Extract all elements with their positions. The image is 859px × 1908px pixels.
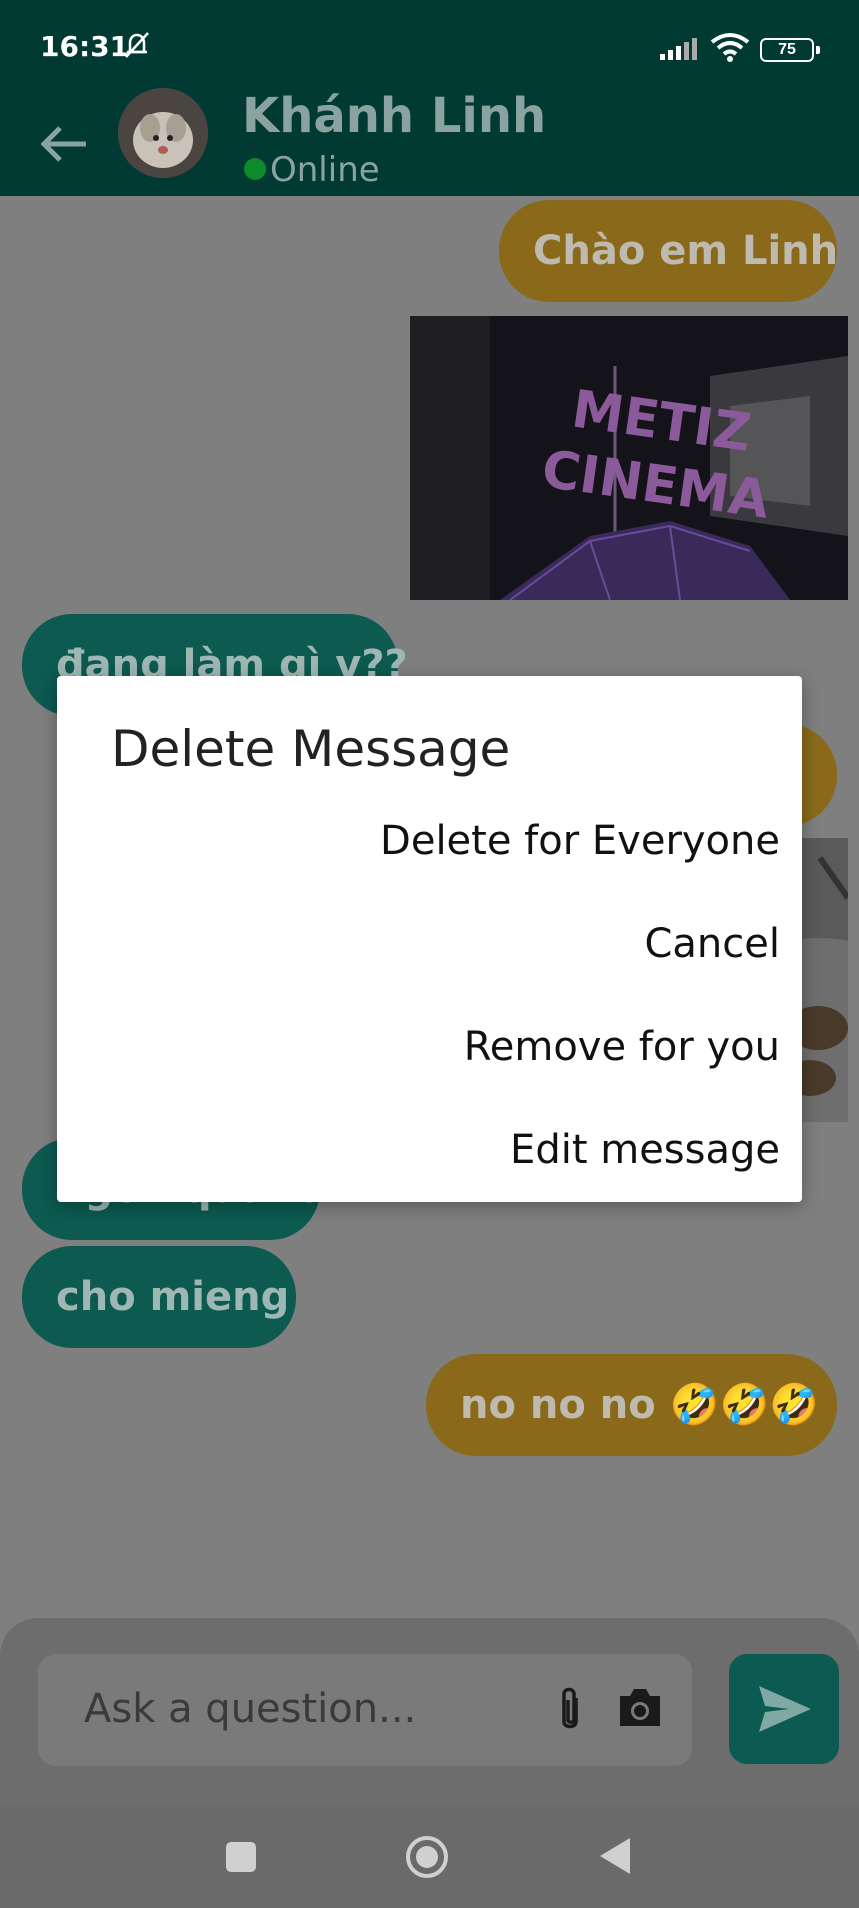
message-bubble-outgoing[interactable]: Chào em Linh bbox=[499, 200, 838, 302]
dialog-title: Delete Message bbox=[111, 720, 511, 778]
delete-for-everyone-button[interactable]: Delete for Everyone bbox=[380, 818, 780, 864]
back-arrow-icon[interactable] bbox=[38, 117, 92, 171]
system-navigation-bar bbox=[0, 1806, 859, 1908]
delete-message-dialog: Delete Message Delete for Everyone Cance… bbox=[57, 676, 802, 1202]
send-button[interactable] bbox=[729, 1654, 839, 1764]
contact-avatar[interactable] bbox=[118, 88, 208, 178]
bell-muted-icon bbox=[125, 32, 149, 58]
online-status-text: Online bbox=[270, 150, 380, 190]
contact-name: Khánh Linh bbox=[242, 88, 547, 144]
signal-icon bbox=[660, 38, 697, 60]
message-bubble-incoming[interactable]: cho mieng bbox=[22, 1246, 296, 1348]
home-icon[interactable] bbox=[404, 1834, 450, 1880]
attachment-icon[interactable] bbox=[552, 1686, 588, 1736]
wifi-icon bbox=[710, 33, 750, 62]
edit-message-button[interactable]: Edit message bbox=[510, 1127, 780, 1173]
battery-indicator: 75 bbox=[760, 38, 820, 62]
message-image[interactable]: METIZ CINEMA bbox=[410, 316, 848, 600]
online-status-dot bbox=[244, 158, 266, 180]
remove-for-you-button[interactable]: Remove for you bbox=[464, 1024, 780, 1070]
status-time: 16:31 bbox=[40, 30, 130, 63]
camera-icon[interactable] bbox=[616, 1686, 664, 1728]
message-input-placeholder: Ask a question... bbox=[84, 1686, 417, 1732]
send-icon bbox=[759, 1686, 811, 1732]
back-icon[interactable] bbox=[598, 1836, 632, 1876]
cancel-button[interactable]: Cancel bbox=[644, 921, 780, 967]
recents-icon[interactable] bbox=[224, 1840, 258, 1874]
message-bubble-outgoing[interactable]: no no no 🤣🤣🤣 bbox=[426, 1354, 837, 1456]
